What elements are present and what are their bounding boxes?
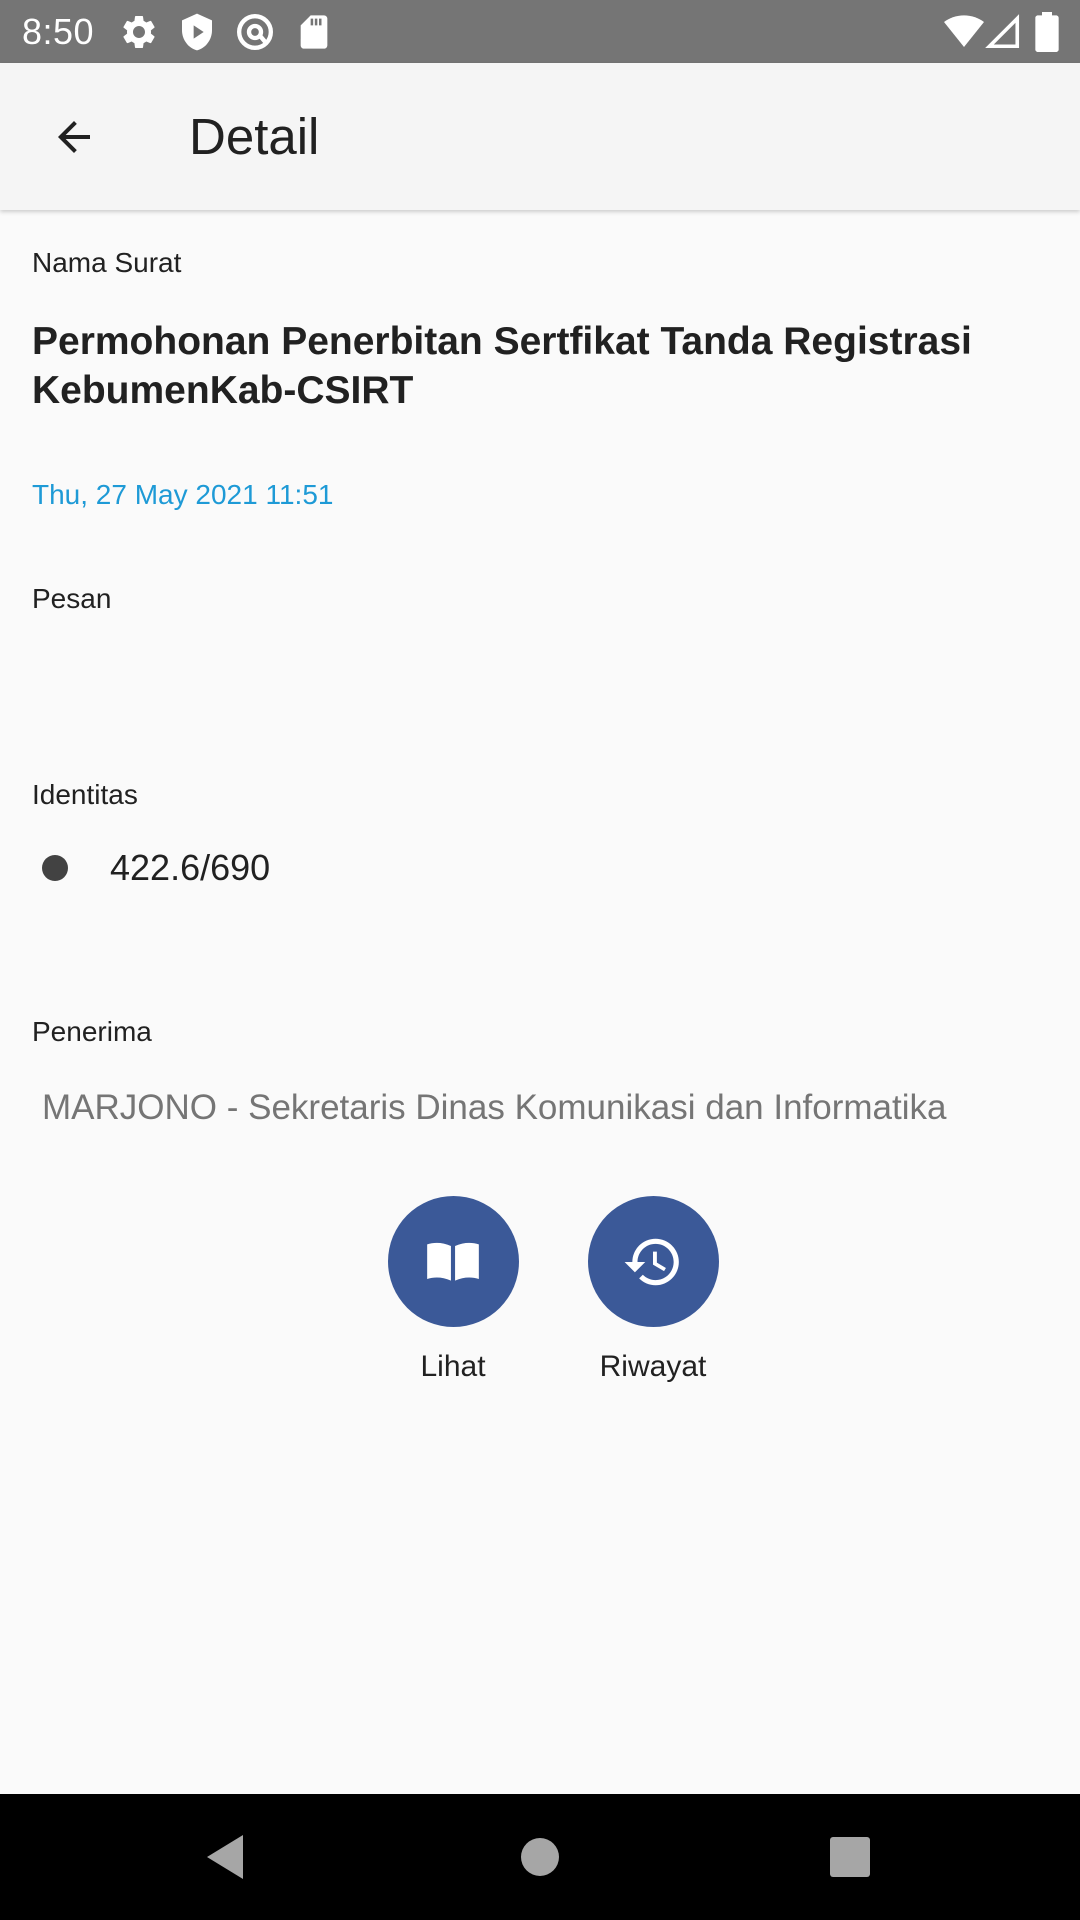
history-icon — [624, 1238, 679, 1285]
identity-label: Identitas — [32, 779, 138, 810]
nav-home-button[interactable] — [505, 1822, 575, 1892]
arrow-left-icon — [57, 120, 90, 153]
back-button[interactable] — [36, 99, 111, 174]
name-label: Nama Surat — [32, 247, 182, 278]
shield-icon — [177, 12, 217, 52]
signal-icon — [985, 12, 1021, 52]
gear-icon — [119, 12, 159, 52]
identity-value: 422.6/690 — [110, 847, 271, 888]
at-sign-icon — [235, 12, 275, 52]
status-time: 8:50 — [22, 11, 95, 52]
view-label: Lihat — [420, 1350, 486, 1383]
bullet-icon — [42, 855, 68, 881]
message-label: Pesan — [32, 583, 112, 614]
view-button[interactable] — [387, 1196, 519, 1327]
view-action: Lihat — [363, 1196, 543, 1385]
status-bar: 8:50 — [0, 0, 1080, 63]
history-action: Riwayat — [563, 1196, 743, 1385]
history-label: Riwayat — [599, 1350, 707, 1383]
recipient-label: Penerima — [32, 1016, 152, 1047]
recents-square-icon — [830, 1837, 870, 1877]
back-triangle-icon — [207, 1835, 243, 1879]
recipient-value: MARJONO - Sekretaris Dinas Komunikasi da… — [42, 1088, 947, 1127]
wifi-icon — [942, 12, 986, 52]
letter-date: Thu, 27 May 2021 11:51 — [32, 479, 334, 510]
battery-icon — [1034, 12, 1060, 52]
history-button[interactable] — [587, 1196, 719, 1327]
nav-back-button[interactable] — [190, 1822, 260, 1892]
sd-card-icon — [294, 12, 334, 52]
open-book-icon — [427, 1242, 479, 1281]
identity-list-item: 422.6/690 — [32, 841, 270, 895]
letter-name: Permohonan Penerbitan Sertfikat Tanda Re… — [32, 320, 972, 412]
system-nav-bar — [0, 1794, 1080, 1920]
page-title: Detail — [189, 108, 320, 165]
home-circle-icon — [521, 1838, 559, 1876]
app-bar: Detail — [0, 63, 1080, 210]
nav-recents-button[interactable] — [815, 1822, 885, 1892]
